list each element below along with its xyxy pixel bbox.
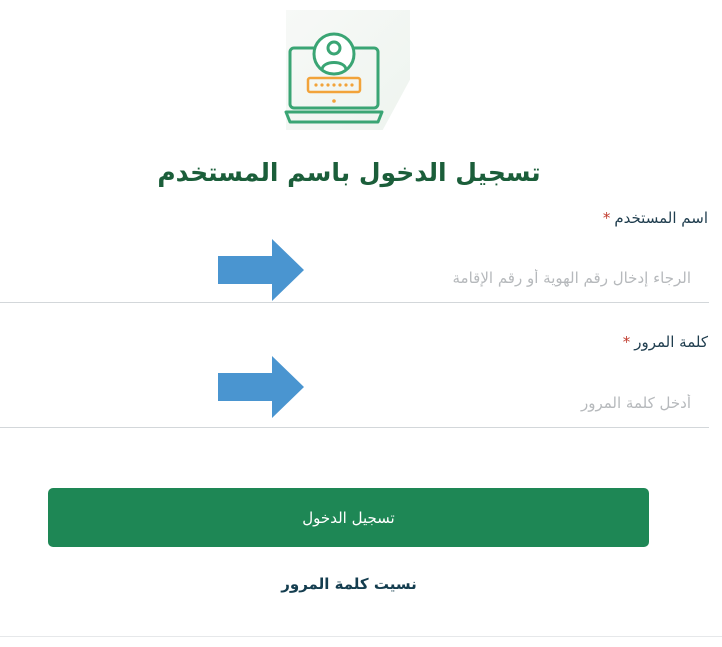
password-label: كلمة المرور*: [623, 333, 708, 351]
username-label: اسم المستخدم*: [603, 209, 708, 227]
username-input[interactable]: [0, 253, 709, 303]
page-title: تسجيل الدخول باسم المستخدم: [157, 158, 541, 187]
right-arrow-icon: [218, 356, 304, 418]
user-login-laptop-icon: [284, 32, 384, 124]
password-label-text: كلمة المرور: [634, 333, 708, 351]
login-button[interactable]: تسجيل الدخول: [48, 488, 649, 547]
username-label-text: اسم المستخدم: [614, 209, 708, 227]
right-arrow-icon: [218, 239, 304, 301]
required-asterisk: *: [602, 209, 611, 227]
login-page: تسجيل الدخول باسم المستخدم اسم المستخدم*…: [0, 0, 722, 647]
password-input[interactable]: [0, 378, 709, 428]
bottom-divider: [0, 636, 722, 637]
required-asterisk: *: [622, 333, 631, 351]
forgot-password-link[interactable]: نسيت كلمة المرور: [0, 575, 698, 593]
